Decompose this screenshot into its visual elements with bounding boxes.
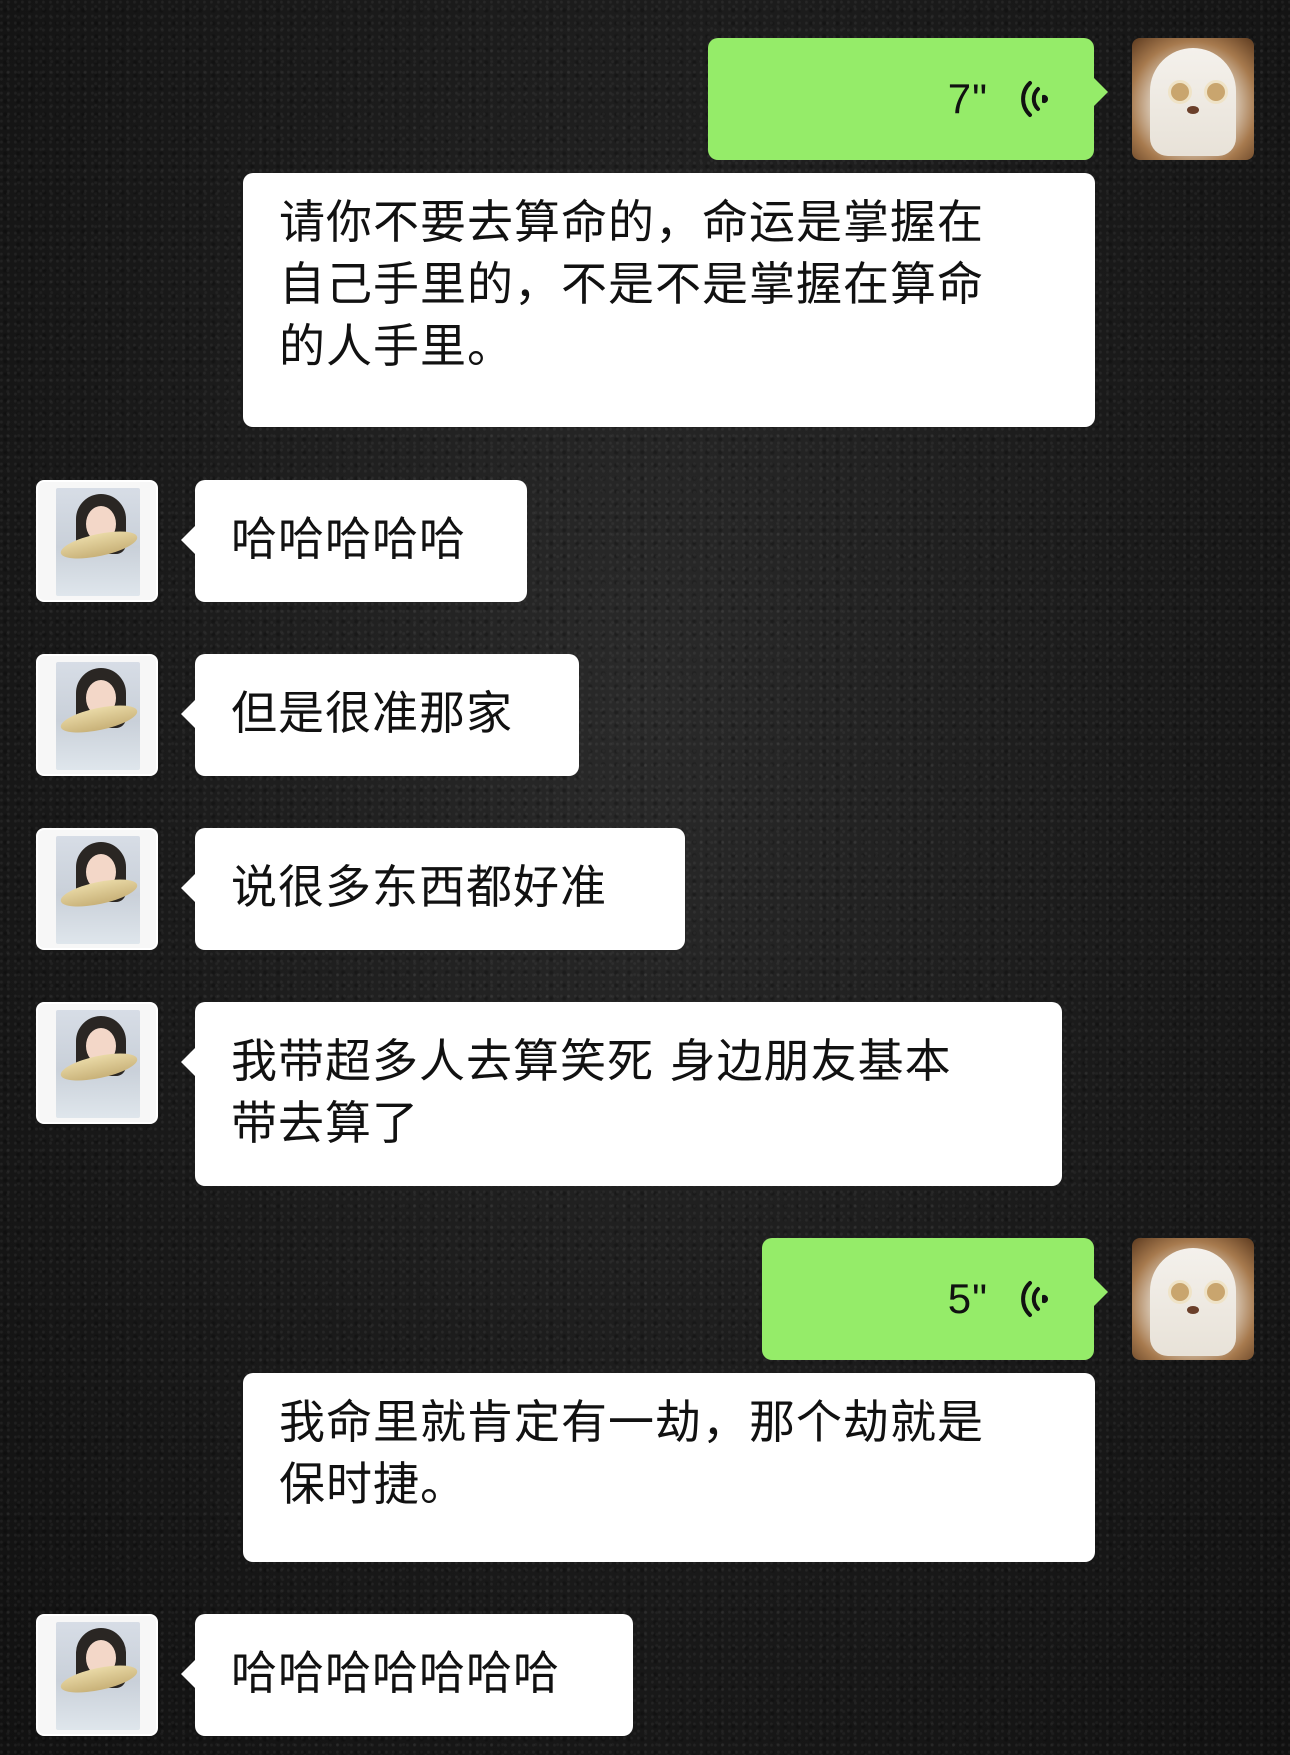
message-text: 但是很准那家 xyxy=(231,686,513,740)
my-avatar[interactable] xyxy=(1132,1238,1254,1360)
voice-transcript[interactable]: 请你不要去算命的，命运是掌握在 自己手里的，不是不是掌握在算命 的人手里。 xyxy=(243,173,1095,427)
ghost-eye-icon xyxy=(1168,80,1192,104)
friend-avatar[interactable] xyxy=(36,654,158,776)
message-bubble[interactable]: 但是很准那家 xyxy=(181,654,579,776)
voice-duration: 7" xyxy=(947,75,988,122)
friend-avatar[interactable] xyxy=(36,480,158,602)
ghost-eye-icon xyxy=(1204,80,1228,104)
dog-nose-icon xyxy=(1187,1306,1199,1314)
voice-wave-icon xyxy=(1021,1281,1049,1317)
friend-avatar[interactable] xyxy=(36,1002,158,1124)
voice-duration: 5" xyxy=(947,1275,988,1322)
message-text: 说很多东西都好准 xyxy=(231,860,607,914)
message-bubble[interactable]: 哈哈哈哈哈 xyxy=(181,480,527,602)
message-bubble[interactable]: 说很多东西都好准 xyxy=(181,828,685,950)
friend-avatar[interactable] xyxy=(36,828,158,950)
transcript-text: 请你不要去算命的，命运是掌握在 自己手里的，不是不是掌握在算命 的人手里。 xyxy=(279,195,984,373)
voice-message[interactable]: 5" xyxy=(762,1238,1108,1360)
message-text: 哈哈哈哈哈哈哈 xyxy=(231,1646,560,1700)
message-text: 我带超多人去算笑死 身边朋友基本 带去算了 xyxy=(231,1034,952,1150)
ghost-body-icon xyxy=(1150,1248,1236,1356)
my-avatar[interactable] xyxy=(1132,38,1254,160)
voice-transcript[interactable]: 我命里就肯定有一劫，那个劫就是 保时捷。 xyxy=(243,1373,1095,1562)
dog-nose-icon xyxy=(1187,106,1199,114)
ghost-eye-icon xyxy=(1204,1280,1228,1304)
message-bubble[interactable]: 哈哈哈哈哈哈哈 xyxy=(181,1614,633,1736)
message-text: 哈哈哈哈哈 xyxy=(231,512,466,566)
voice-message[interactable]: 7" xyxy=(708,38,1108,160)
voice-wave-icon xyxy=(1021,81,1049,117)
transcript-text: 我命里就肯定有一劫，那个劫就是 保时捷。 xyxy=(279,1395,984,1511)
friend-avatar[interactable] xyxy=(36,1614,158,1736)
ghost-eye-icon xyxy=(1168,1280,1192,1304)
ghost-body-icon xyxy=(1150,48,1236,156)
message-bubble[interactable]: 我带超多人去算笑死 身边朋友基本 带去算了 xyxy=(181,1002,1062,1186)
